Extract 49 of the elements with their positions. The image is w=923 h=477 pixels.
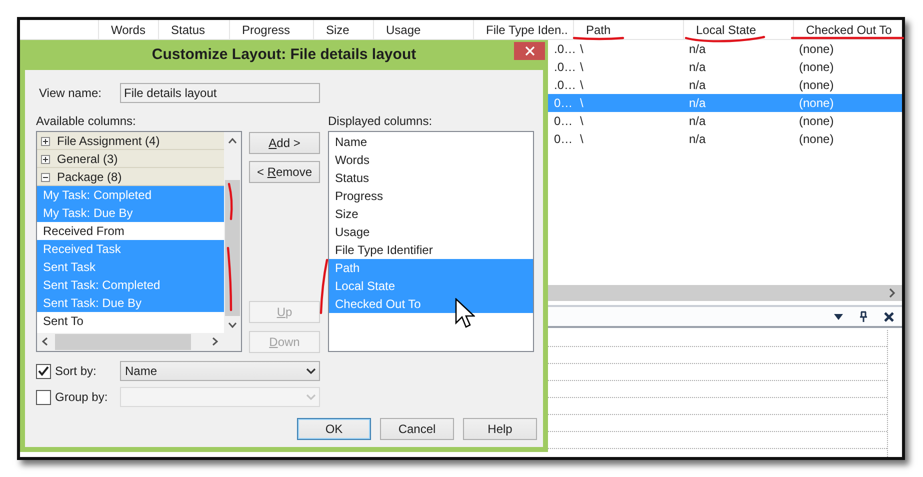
list-item[interactable]: Received From <box>37 222 224 240</box>
table-cell-text: \ <box>580 95 584 112</box>
list-label: Available columns: <box>36 114 137 130</box>
table-cell-text: n/a <box>689 95 707 112</box>
table-cell-text: n/a <box>689 113 707 130</box>
transfer-button[interactable]: Add > <box>249 132 320 154</box>
table-cell-text: (none) <box>799 131 834 148</box>
dialog-button[interactable]: Cancel <box>380 418 454 440</box>
dialog-title: Customize Layout: File details layout <box>150 46 418 64</box>
table-cell-text: .0… <box>554 41 578 58</box>
list-label: Displayed columns: <box>328 114 434 130</box>
table-cell-text: n/a <box>689 77 707 94</box>
view-name-field[interactable]: File details layout <box>120 83 320 103</box>
list-item[interactable]: Size <box>329 205 533 223</box>
list-item[interactable]: Words <box>329 151 533 169</box>
table-cell-text: \ <box>580 77 584 94</box>
column-header[interactable]: Path <box>573 20 683 40</box>
table-cell-text: n/a <box>689 41 707 58</box>
column-header[interactable]: Checked Out To <box>793 20 902 40</box>
sort-dropdown[interactable]: Name <box>120 361 320 381</box>
list-item[interactable]: File Type Identifier <box>329 241 533 259</box>
table-cell-text: (none) <box>799 95 834 112</box>
table-cell-text: (none) <box>799 41 834 58</box>
table-cell-text: 0… <box>554 113 574 130</box>
table-cell-text: .0… <box>554 77 578 94</box>
checkbox-label: Sort by: <box>55 364 96 378</box>
dialog-button[interactable]: Help <box>463 418 537 440</box>
transfer-button[interactable]: < Remove <box>249 161 320 183</box>
list-item[interactable]: Sent To <box>37 312 224 330</box>
field-label: View name: <box>38 86 102 100</box>
checkbox-label: Group by: <box>55 390 108 404</box>
column-header[interactable]: Local State <box>683 20 793 40</box>
table-cell-text: \ <box>580 113 584 130</box>
table-cell-text: (none) <box>799 77 834 94</box>
table-cell-text: (none) <box>799 113 834 130</box>
table-cell-text: n/a <box>689 131 707 148</box>
table-cell-text: \ <box>580 41 584 58</box>
table-cell-text: \ <box>580 59 584 76</box>
list-item[interactable]: Usage <box>329 223 533 241</box>
table-cell-text: 0… <box>554 95 574 112</box>
list-item[interactable]: Name <box>329 133 533 151</box>
table-cell-text: .0… <box>554 59 578 76</box>
list-item[interactable]: Status <box>329 169 533 187</box>
dialog-button[interactable]: OK <box>297 418 371 440</box>
table-cell-text: 0… <box>554 131 574 148</box>
list-item[interactable]: Progress <box>329 187 533 205</box>
table-cell-text: (none) <box>799 59 834 76</box>
table-cell-text: \ <box>580 131 584 148</box>
table-cell-text: n/a <box>689 59 707 76</box>
